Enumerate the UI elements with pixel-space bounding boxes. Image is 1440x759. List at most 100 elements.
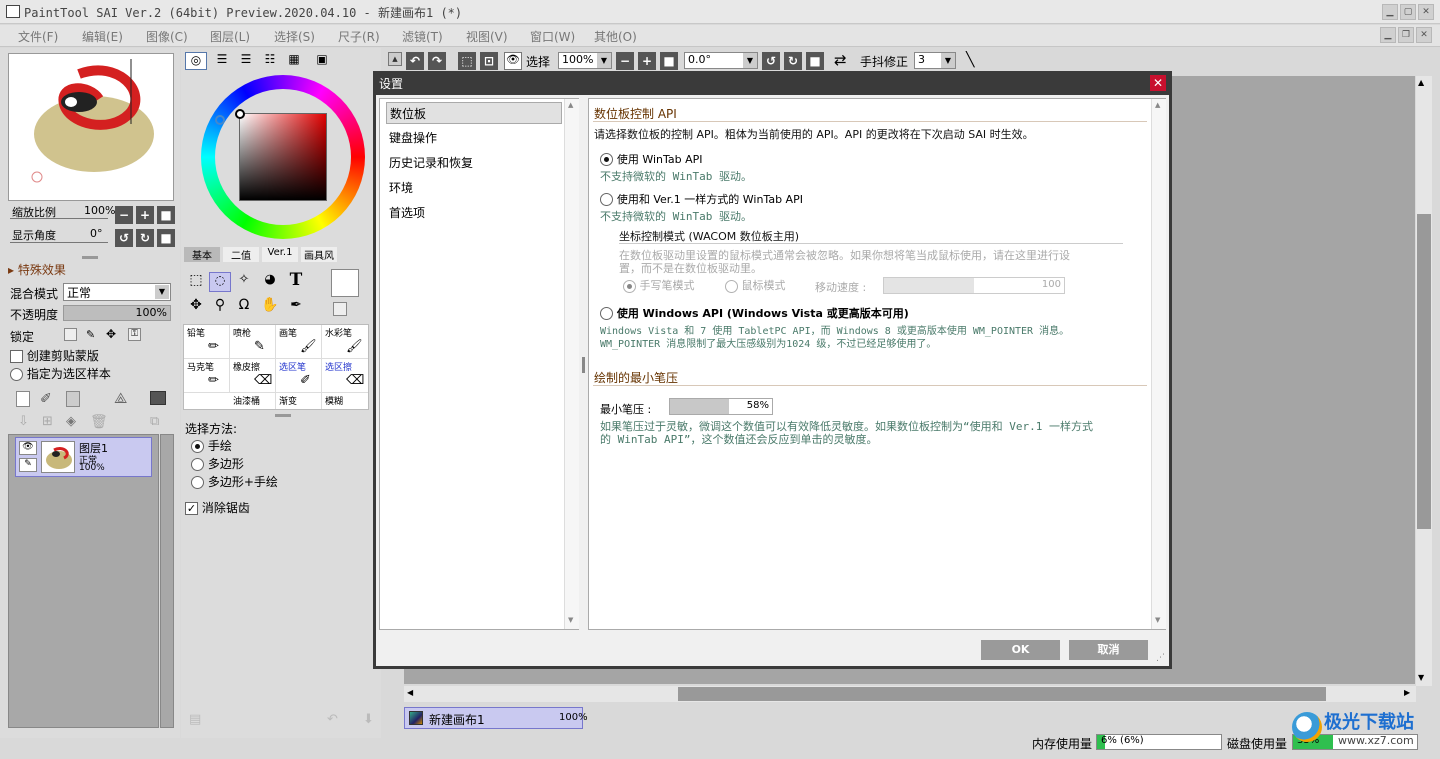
layer-row[interactable]: 👁 ✎ 图层1 正常 100% (15, 437, 152, 477)
menu-view[interactable]: 视图(V) (466, 28, 508, 45)
saturation-value-square[interactable] (239, 113, 327, 201)
invert-select-button[interactable]: ⊡ (480, 52, 498, 70)
ok-button[interactable]: OK (981, 640, 1060, 660)
toolbar-rotate-reset-button[interactable]: ■ (806, 52, 824, 70)
redo-button[interactable]: ↷ (428, 52, 446, 70)
clear-layer-icon[interactable]: ◈ (66, 414, 76, 429)
splitter-handle[interactable] (582, 357, 585, 373)
lock-move-icon[interactable]: ✥ (106, 327, 116, 341)
brush-lock-icon[interactable]: ✎ (19, 458, 37, 472)
menu-image[interactable]: 图像(C) (146, 28, 188, 45)
clipping-mask-checkbox[interactable]: 创建剪贴蒙版 (10, 347, 99, 364)
rotate-left-button[interactable]: ↺ (115, 229, 133, 247)
menu-edit[interactable]: 编辑(E) (82, 28, 123, 45)
visibility-eye-icon[interactable]: 👁 (19, 441, 37, 455)
zoom-out-button[interactable]: − (115, 206, 133, 224)
prev-button[interactable]: ▲ (388, 52, 402, 66)
duplicate-layer-icon[interactable]: ⊞ (42, 414, 53, 429)
scroll-right-arrow[interactable]: ▶ (1404, 688, 1410, 697)
trash-icon[interactable]: 🗑 (90, 414, 108, 430)
swatch-mode-button[interactable]: ▦ (283, 52, 305, 70)
polygon-freehand-radio[interactable]: 多边形+手绘 (191, 473, 278, 490)
zoom-dropdown[interactable]: 100% ▼ (558, 52, 612, 69)
wintab-radio[interactable]: 使用 WinTab API (600, 151, 703, 167)
toolbar-rotate-right-button[interactable]: ↻ (784, 52, 802, 70)
brush-watercolor[interactable]: 水彩笔 🖌 (322, 325, 368, 359)
toolbar-zoom-out-button[interactable]: − (616, 52, 634, 70)
vertical-scroll-thumb[interactable] (1417, 214, 1431, 529)
canvas-horizontal-scrollbar[interactable]: ◀ ▶ (404, 686, 1416, 702)
brush-pencil[interactable]: 铅笔 ✏ (184, 325, 230, 359)
zoom-reset-button[interactable]: ■ (157, 206, 175, 224)
layer-list[interactable]: 👁 ✎ 图层1 正常 100% (8, 434, 159, 728)
zoom-slider[interactable] (10, 218, 108, 219)
settings-scrollbar[interactable]: ▲ ▼ (1151, 99, 1166, 629)
category-environment[interactable]: 环境 (386, 177, 562, 199)
horizontal-scroll-thumb[interactable] (678, 687, 1326, 701)
scroll-left-arrow[interactable]: ◀ (407, 688, 413, 697)
maximize-button[interactable]: ▢ (1400, 4, 1416, 20)
color-wheel-mode-button[interactable]: ◎ (185, 52, 207, 70)
lock-transparency-icon[interactable] (64, 328, 77, 341)
scroll-down-arrow[interactable]: ▼ (568, 616, 573, 624)
tab-painterly[interactable]: 画具风 (301, 247, 337, 262)
brush-brush[interactable]: 画笔 🖌 (276, 325, 322, 359)
minimize-button[interactable]: ▁ (1382, 4, 1398, 20)
layer-list-scrollbar[interactable] (160, 434, 174, 728)
undo-button[interactable]: ↶ (406, 52, 424, 70)
scroll-down-arrow[interactable]: ▼ (1155, 616, 1160, 624)
doc-close-button[interactable]: ✕ (1416, 27, 1432, 43)
lock-paint-icon[interactable]: ✎ (86, 328, 95, 341)
brush-gradient[interactable]: 渐变 (276, 393, 322, 409)
hue-picker-marker[interactable] (215, 115, 225, 125)
category-history[interactable]: 历史记录和恢复 (386, 152, 562, 174)
undo-icon[interactable]: ↶ (327, 712, 338, 727)
doc-minimize-button[interactable]: ▁ (1380, 27, 1396, 43)
wintab-v1-radio[interactable]: 使用和 Ver.1 一样方式的 WinTab API (600, 191, 803, 207)
panel-divider[interactable] (82, 256, 98, 259)
brush-select-eraser[interactable]: 选区擦 ⌫ (322, 359, 368, 393)
angle-slider[interactable] (10, 242, 108, 243)
foreground-color-swatch[interactable] (331, 269, 359, 297)
brush-blur[interactable]: 模糊 (322, 393, 368, 409)
opacity-slider[interactable]: 100% (63, 305, 171, 321)
stabilizer-dropdown[interactable]: 3 ▼ (914, 52, 956, 69)
freehand-radio[interactable]: 手绘 (191, 437, 232, 454)
canvas-vertical-scrollbar[interactable]: ▲ ▼ (1416, 76, 1432, 686)
tab-basic[interactable]: 基本 (184, 247, 220, 262)
doc-restore-button[interactable]: ❐ (1398, 27, 1414, 43)
palette-mode-button[interactable]: ☷ (259, 52, 281, 70)
layer-mask-icon[interactable] (150, 391, 166, 405)
sv-picker-marker[interactable] (235, 109, 245, 119)
pen-mode-radio[interactable]: 手写笔模式 (623, 277, 695, 293)
eyedropper-tool[interactable]: ✒ (285, 297, 307, 317)
tab-binary[interactable]: 二值 (223, 247, 259, 262)
toolbar-zoom-in-button[interactable]: + (638, 52, 656, 70)
notes-icon[interactable]: ▤ (189, 712, 201, 727)
brush-select-pen[interactable]: 选区笔 ✐ (276, 359, 322, 393)
close-window-button[interactable]: ✕ (1418, 4, 1434, 20)
lasso-tool[interactable]: ◌ (209, 272, 231, 292)
category-scrollbar[interactable]: ▲ ▼ (564, 99, 579, 629)
navigator-preview[interactable] (8, 53, 174, 201)
scroll-down-arrow[interactable]: ▼ (1418, 673, 1424, 682)
magic-wand-tool[interactable]: ✧ (233, 272, 255, 292)
selection-sample-radio[interactable]: 指定为选区样本 (10, 365, 111, 382)
scroll-up-arrow[interactable]: ▲ (568, 101, 573, 109)
min-pressure-slider[interactable]: 58% (669, 398, 773, 415)
canvas-tab[interactable]: 新建画布1 100% (404, 707, 588, 729)
rotate-tool[interactable]: Ω (233, 297, 255, 317)
scratchpad-mode-button[interactable]: ▣ (311, 52, 333, 70)
brush-eraser[interactable]: 橡皮擦 ⌫ (230, 359, 276, 393)
text-tool[interactable]: T (285, 270, 307, 290)
category-keyboard[interactable]: 键盘操作 (386, 127, 562, 149)
windows-api-radio[interactable]: 使用 Windows API (Windows Vista 或更高版本可用) (600, 305, 909, 321)
zoom-tool[interactable]: ⚲ (209, 297, 231, 317)
toolbar-rotate-left-button[interactable]: ↺ (762, 52, 780, 70)
menu-other[interactable]: 其他(O) (594, 28, 637, 45)
menu-layer[interactable]: 图层(L) (210, 28, 250, 45)
menu-ruler[interactable]: 尺子(R) (338, 28, 380, 45)
angle-dropdown[interactable]: 0.0° ▼ (684, 52, 758, 69)
scroll-up-arrow[interactable]: ▲ (1155, 101, 1160, 109)
menu-select[interactable]: 选择(S) (274, 28, 315, 45)
